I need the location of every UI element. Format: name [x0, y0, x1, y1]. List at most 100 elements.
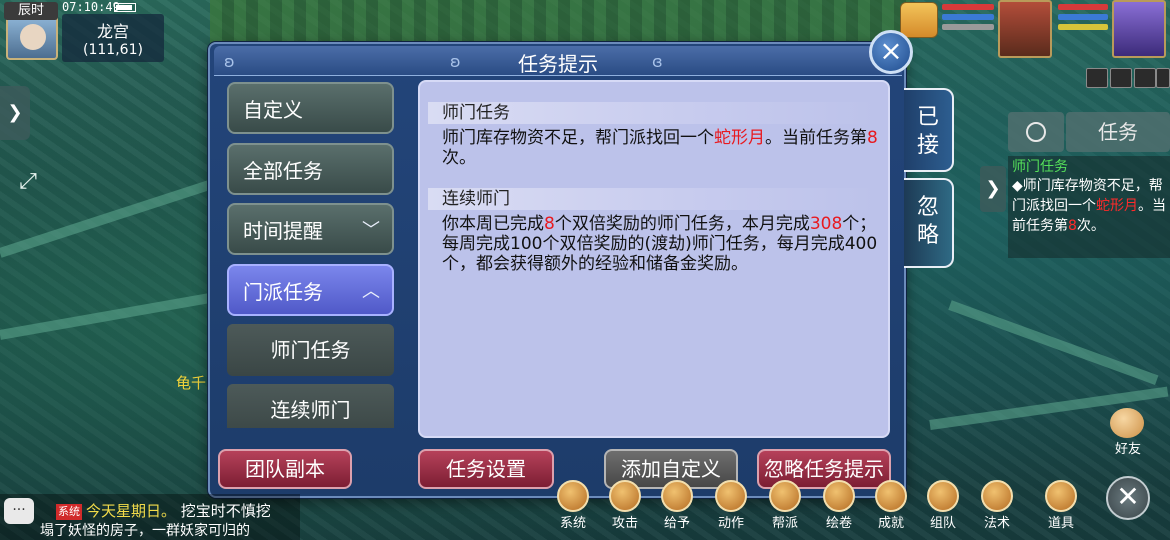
submenu-item-master-task[interactable]: 师门任务 — [227, 324, 394, 376]
bottom-bar-item[interactable]: 成就 — [866, 478, 916, 540]
body-text: 师门库存物资不足，帮门派找回一个 — [442, 128, 714, 148]
buff-slot[interactable] — [1110, 68, 1132, 88]
buff-slot[interactable] — [1134, 68, 1156, 88]
bottom-bar-label: 给予 — [663, 516, 690, 531]
highlight-text: 308 — [809, 214, 843, 234]
bottom-bar-label: 道具 — [1047, 516, 1074, 531]
chevron-right-icon[interactable]: ❯ — [0, 86, 30, 140]
avatar[interactable] — [6, 14, 58, 60]
clock: 07:10:49 — [62, 0, 120, 14]
player-status-hud: 辰时 07:10:49 龙宫 (111,61) — [0, 0, 210, 64]
railing — [948, 300, 1159, 385]
bottom-bar-item[interactable]: 绘卷 — [814, 478, 864, 540]
buff-slot[interactable] — [1086, 68, 1108, 88]
player-sp-bar — [1058, 24, 1108, 30]
pet-exp-bar — [942, 24, 994, 30]
tab-accepted[interactable]: 已接 — [904, 88, 954, 172]
game-time-label: 辰时 — [4, 2, 58, 20]
bottom-bar-item[interactable]: 组队 — [918, 478, 968, 540]
highlight-text: 8 — [544, 214, 555, 234]
menu-item-sect-tasks[interactable]: 门派任务 ︿ — [227, 264, 394, 316]
expand-icon[interactable]: ⤢ — [12, 168, 44, 196]
minimap-button[interactable]: 龙宫 (111,61) — [62, 14, 164, 62]
tab-ignored[interactable]: 忽略 — [904, 178, 954, 268]
menu-item-custom[interactable]: 自定义 — [227, 82, 394, 134]
body-text: 。当前任务第 — [765, 128, 867, 148]
buff-slot[interactable] — [1156, 68, 1170, 88]
chat-line: 今天星期日。 挖宝时不慎挖 — [86, 502, 271, 520]
player-portrait[interactable] — [1112, 0, 1166, 58]
bottom-bar-item[interactable]: 系统 — [548, 478, 598, 540]
body-text: 个双倍奖励的师门任务，本月完成 — [554, 214, 810, 234]
menu-icon — [715, 480, 747, 512]
submenu-item-label: 连续师门 — [270, 398, 351, 422]
chevron-right-icon[interactable]: ❯ — [980, 166, 1006, 212]
bottom-bar-item[interactable]: 帮派 — [760, 478, 810, 540]
section-heading: 连续师门 — [428, 188, 880, 210]
bottom-bar-label: 绘卷 — [825, 516, 852, 531]
player-mp-bar — [1058, 14, 1108, 20]
submenu-list[interactable]: 师门任务 连续师门 — [224, 322, 398, 428]
player-hp-bar — [1058, 4, 1108, 10]
section-body: 师门库存物资不足，帮门派找回一个蛇形月。当前任务第8 次。 — [442, 128, 882, 168]
friends-label: 好友 — [1114, 442, 1141, 457]
party-hud — [900, 0, 1170, 90]
submenu-item-label: 师门任务 — [270, 338, 351, 362]
tracker-tab-tasks[interactable]: 任务 — [1066, 112, 1170, 152]
task-detail-panel[interactable]: 师门任务 师门库存物资不足，帮门派找回一个蛇形月。当前任务第8次。 连续师门 你… — [418, 80, 890, 438]
handshake-icon — [1110, 408, 1144, 438]
body-text: 你本周已完成 — [442, 214, 544, 234]
tracker-task-title: 师门任务 — [1012, 159, 1068, 175]
railing — [0, 291, 218, 340]
chat-box[interactable]: ··· 系统 今天星期日。 挖宝时不慎挖 塌了妖怪的房子，一群妖家可归的 — [0, 494, 300, 540]
bottom-bar-label: 法术 — [983, 516, 1010, 531]
highlight-text: 蛇形月 — [714, 128, 765, 148]
menu-item-label: 全部任务 — [243, 159, 323, 183]
menu-item-time-reminder[interactable]: 时间提醒 ﹀ — [227, 203, 394, 255]
bottom-bar-label: 系统 — [559, 516, 586, 531]
tab-ignored-label: 忽略 — [916, 195, 939, 248]
menu-icon — [609, 480, 641, 512]
bottom-bar-item[interactable]: 给予 — [652, 478, 702, 540]
dialog-title: 任务提示 — [518, 52, 598, 76]
bottom-bar-item[interactable]: 道具 — [1036, 478, 1086, 540]
menu-icon — [769, 480, 801, 512]
npc-name: 龟千 — [176, 374, 207, 392]
bottom-bar-label: 攻击 — [611, 516, 638, 531]
submenu-item-continuous-master[interactable]: 连续师门 — [227, 384, 394, 428]
dialog-title-bar: ʚ ʚ 任务提示 ɞ — [214, 46, 902, 76]
menu-icon — [823, 480, 855, 512]
team-dungeon-button[interactable]: 团队副本 — [218, 449, 352, 489]
bottom-bar-item[interactable]: 攻击 — [600, 478, 650, 540]
section-body: 你本周已完成8个双倍奖励的师门任务，本月完成308个；每周完成100个双倍奖励的… — [442, 214, 882, 274]
tracker-panel[interactable]: 师门任务 ◆师门库存物资不足，帮门派找回一个蛇形月。当前任务第8次。 — [1008, 156, 1170, 258]
system-tag: 系统 — [56, 504, 82, 520]
menu-icon — [1045, 480, 1077, 512]
teammate-portrait[interactable] — [998, 0, 1052, 58]
task-settings-button[interactable]: 任务设置 — [418, 449, 554, 489]
menu-icon — [981, 480, 1013, 512]
bottom-bar-item[interactable]: 法术 — [972, 478, 1022, 540]
pet-hp-bar — [942, 4, 994, 10]
menu-item-all-tasks[interactable]: 全部任务 — [227, 143, 394, 195]
menu-item-label: 门派任务 — [243, 280, 323, 304]
chevron-up-icon: ︿ — [362, 281, 380, 302]
close-icon[interactable]: × — [869, 30, 913, 74]
timer-icon[interactable] — [1008, 112, 1064, 152]
menu-item-label: 时间提醒 — [243, 219, 323, 243]
bottom-bar-item[interactable]: 动作 — [706, 478, 756, 540]
pet-portrait[interactable] — [900, 2, 938, 38]
chevron-down-icon: ﹀ — [362, 220, 380, 241]
bottom-bar-label: 动作 — [717, 516, 744, 531]
close-icon[interactable]: ✕ — [1106, 476, 1150, 520]
chat-bubble-icon[interactable]: ··· — [4, 498, 34, 524]
menu-icon — [661, 480, 693, 512]
tracker-task-body: ◆师门库存物资不足，帮门派找回一个蛇形月。当前任务第8次。 — [1012, 178, 1166, 234]
tab-accepted-label: 已接 — [916, 105, 939, 158]
location-coords: (111,61) — [83, 42, 143, 58]
chat-line: 塌了妖怪的房子，一群妖家可归的 — [40, 523, 250, 539]
friends-button[interactable]: 好友 — [1104, 408, 1152, 457]
battery-icon — [114, 3, 136, 12]
task-tracker: 任务 师门任务 ◆师门库存物资不足，帮门派找回一个蛇形月。当前任务第8次。 — [1008, 112, 1170, 260]
bottom-bar-label: 成就 — [877, 516, 904, 531]
